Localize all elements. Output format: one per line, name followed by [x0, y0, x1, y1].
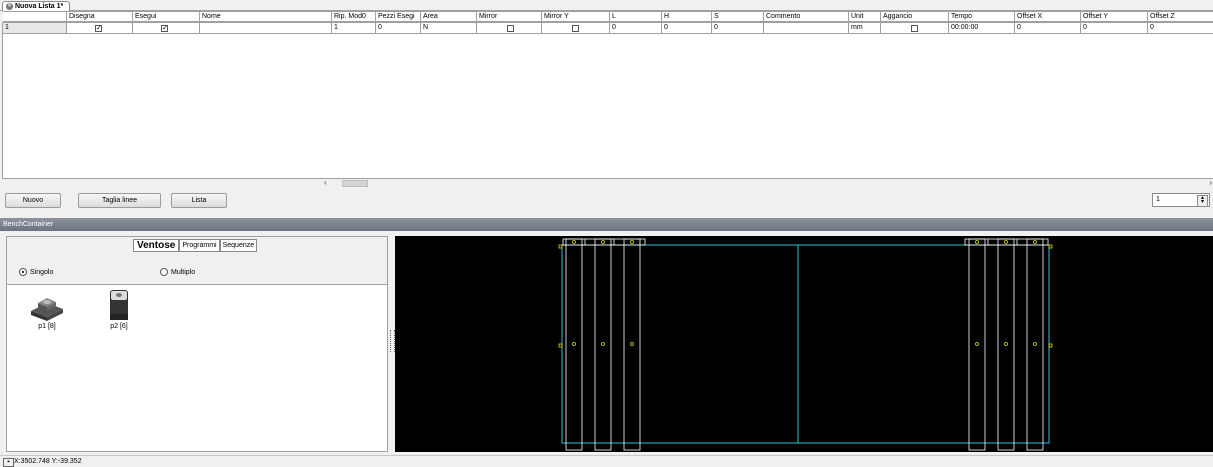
column-header[interactable]: Tempo — [949, 11, 1015, 22]
radio-multiplo[interactable]: Multiplo — [160, 268, 195, 276]
horizontal-scrollbar[interactable]: ‹ › — [324, 178, 1212, 187]
column-header[interactable]: Unit — [849, 11, 881, 22]
tab-sequenze[interactable]: Sequenze — [219, 239, 258, 252]
column-header[interactable]: L — [610, 11, 662, 22]
tab-programmi[interactable]: Programmi — [179, 239, 220, 252]
tools-panel: Ventose Programmi Sequenze Singolo Multi… — [6, 236, 388, 452]
taglia-linee-button[interactable]: Taglia linee — [78, 193, 161, 208]
quantity-stepper[interactable]: 1 ▴ ▾ — [1152, 193, 1210, 207]
table-cell[interactable]: 0 — [1081, 23, 1148, 34]
grid-header: Disegna Esegui Nome Rip. Mod0 Pezzi Esegi Are… — [3, 11, 1213, 23]
table-cell[interactable]: 1 — [3, 23, 67, 34]
tab-strip: × Nuova Lista 1* — [0, 0, 1213, 11]
table-cell[interactable]: ✓ — [133, 23, 200, 34]
table-cell[interactable]: 1 — [332, 23, 376, 34]
scroll-right-icon[interactable]: › — [1209, 178, 1212, 187]
column-header[interactable]: Aggancio — [881, 11, 949, 22]
column-header[interactable]: Mirror — [477, 11, 542, 22]
tool-item-p2[interactable]: p2 [6] — [97, 287, 141, 330]
scroll-left-icon[interactable]: ‹ — [324, 178, 327, 187]
column-header[interactable] — [3, 11, 67, 22]
suction-markers — [558, 240, 1053, 348]
column-header[interactable]: Nome — [200, 11, 332, 22]
table-cell[interactable] — [764, 23, 849, 34]
column-header[interactable]: Disegna — [67, 11, 133, 22]
column-header[interactable]: Mirror Y — [542, 11, 610, 22]
radio-multiplo-label: Multiplo — [171, 268, 196, 276]
column-header[interactable]: Rip. Mod0 — [332, 11, 376, 22]
close-icon[interactable]: × — [6, 3, 13, 10]
tool-item-label: p1 [8] — [38, 323, 56, 330]
bar-right-3 — [1026, 238, 1044, 451]
tool-item-p1[interactable]: p1 [8] — [25, 287, 69, 330]
checkbox-unchecked[interactable] — [572, 25, 579, 32]
panel-tabs: Ventose Programmi Sequenze — [133, 239, 258, 252]
table-cell[interactable]: 0 — [1015, 23, 1081, 34]
bench-drawing — [558, 238, 1053, 451]
table-cell[interactable] — [881, 23, 949, 34]
column-header[interactable]: H — [662, 11, 712, 22]
bar-left-3 — [623, 238, 641, 451]
bar-left-2 — [594, 238, 612, 451]
suction-cup-pad-icon — [31, 298, 63, 321]
suction-cup-block-icon — [110, 290, 128, 320]
table-row[interactable]: 1 ✓ ✓ 1 0 N 0 0 0 mm 00:00:00 0 0 0 — [3, 23, 1213, 34]
table-cell[interactable]: 0 — [610, 23, 662, 34]
radio-unselected-icon[interactable] — [160, 268, 168, 276]
table-cell[interactable]: ✓ — [67, 23, 133, 34]
lista-button[interactable]: Lista — [171, 193, 227, 208]
workpiece-outline — [561, 244, 1050, 444]
tools-panel-header: Ventose Programmi Sequenze Singolo Multi… — [7, 237, 387, 285]
bench-container-title: BenchContainer — [0, 218, 1213, 231]
tab-nuova-lista[interactable]: × Nuova Lista 1* — [2, 1, 71, 11]
column-header[interactable]: Commento — [764, 11, 849, 22]
bar-right-1 — [968, 238, 986, 451]
cursor-coordinates: X:3502.748 Y:-39.352 — [14, 458, 82, 465]
stepper-arrows-icon[interactable]: ▴ ▾ — [1197, 195, 1208, 207]
checkbox-checked[interactable]: ✓ — [161, 25, 168, 32]
radio-singolo[interactable]: Singolo — [19, 268, 53, 276]
column-header[interactable]: Offset X — [1015, 11, 1081, 22]
list-grid: Disegna Esegui Nome Rip. Mod0 Pezzi Esegi Are… — [2, 11, 1213, 179]
bar-left-1 — [565, 238, 583, 451]
status-bar: ⌖ X:3502.748 Y:-39.352 — [0, 455, 1213, 467]
radio-selected-icon[interactable] — [19, 268, 27, 276]
table-cell[interactable] — [200, 23, 332, 34]
rail-top-right — [964, 238, 1049, 246]
table-cell[interactable] — [477, 23, 542, 34]
table-cell[interactable]: N — [421, 23, 477, 34]
scroll-thumb[interactable] — [342, 180, 368, 187]
bench-canvas[interactable] — [395, 236, 1213, 452]
tab-ventose[interactable]: Ventose — [133, 239, 180, 252]
table-cell[interactable]: 0 — [662, 23, 712, 34]
checkbox-unchecked[interactable] — [507, 25, 514, 32]
checkbox-unchecked[interactable] — [911, 25, 918, 32]
bar-right-2 — [997, 238, 1015, 451]
nuovo-button[interactable]: Nuovo — [5, 193, 61, 208]
table-cell[interactable]: 0 — [376, 23, 421, 34]
stepper-value: 1 — [1156, 196, 1160, 203]
column-header[interactable]: S — [712, 11, 764, 22]
table-cell[interactable] — [542, 23, 610, 34]
column-header[interactable]: Offset Z — [1148, 11, 1213, 22]
column-header[interactable]: Pezzi Esegi — [376, 11, 421, 22]
column-header[interactable]: Area — [421, 11, 477, 22]
table-cell[interactable]: 00:00:00 — [949, 23, 1015, 34]
table-cell[interactable]: 0 — [1148, 23, 1213, 34]
table-cell[interactable]: mm — [849, 23, 881, 34]
column-header[interactable]: Offset Y — [1081, 11, 1148, 22]
table-cell[interactable]: 0 — [712, 23, 764, 34]
tool-item-label: p2 [6] — [110, 323, 128, 330]
checkbox-checked[interactable]: ✓ — [95, 25, 102, 32]
radio-singolo-label: Singolo — [30, 268, 54, 276]
column-header[interactable]: Esegui — [133, 11, 200, 22]
tab-label: Nuova Lista 1* — [15, 3, 64, 10]
